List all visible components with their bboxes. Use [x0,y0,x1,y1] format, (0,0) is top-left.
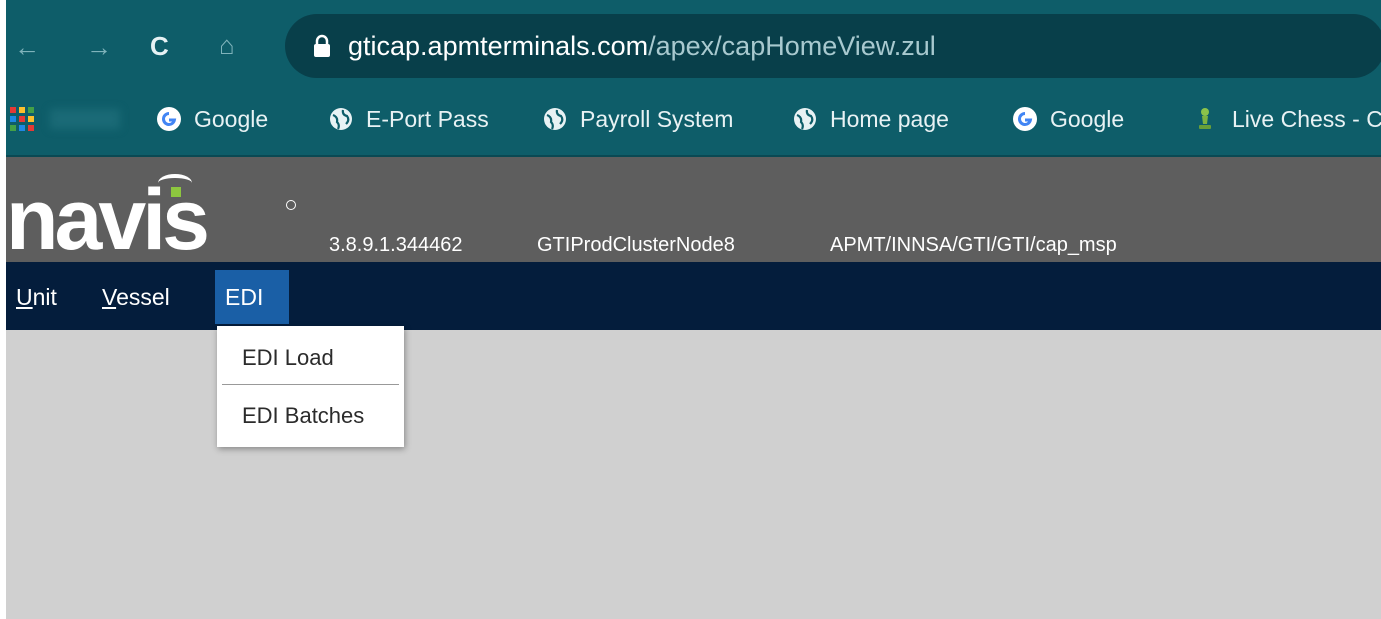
menu-label: nit [32,284,57,310]
bookmark-label: Live Chess - C [1232,105,1381,132]
menu-item-edi-load[interactable]: EDI Load [242,345,334,371]
bookmark-label: Google [1050,105,1125,132]
globe-icon [794,108,816,130]
dropdown-separator [222,384,399,385]
chess-pawn-icon [1199,108,1211,129]
google-icon [1013,107,1037,131]
menu-label: essel [116,284,170,310]
content-area [0,330,1381,619]
bookmark-home-page[interactable]: Home page [793,101,949,137]
menu-mnemonic: U [16,284,33,310]
blurred-bookmark [50,109,120,129]
bookmark-label: Home page [830,105,949,132]
url-text[interactable]: gticap.apmterminals.com/apex/capHomeView… [348,30,936,62]
bookmark-label: Payroll System [580,105,734,132]
window-edge [0,0,6,619]
menu-label: EDI [225,284,264,310]
menu-mnemonic: V [102,284,117,310]
lock-icon [314,34,330,57]
url-path: /apex/capHomeView.zul [648,31,936,61]
menu-unit[interactable]: Unit [6,270,67,324]
bookmark-live-chess[interactable]: Live Chess - C [1193,101,1381,137]
bookmark-payroll-system[interactable]: Payroll System [543,101,733,137]
bookmark-eport-pass[interactable]: E-Port Pass [329,101,489,137]
scope-label: APMT/INNSA/GTI/GTI/cap_msp [830,234,1117,256]
menu-vessel[interactable]: Vessel [92,270,180,324]
menu-bar [0,262,1381,330]
back-button[interactable]: ← [14,34,40,60]
menu-item-edi-batches[interactable]: EDI Batches [242,403,364,429]
logo-dot [171,187,181,197]
bookmark-label: E-Port Pass [366,105,489,132]
url-domain: gticap.apmterminals.com [348,31,649,61]
reload-button[interactable]: C [150,33,169,59]
node-label: GTIProdClusterNode8 [537,234,735,256]
version-label: 3.8.9.1.344462 [329,234,463,256]
globe-icon [330,108,352,130]
bookmark-label: Google [194,105,269,132]
home-button[interactable]: ⌂ [219,32,235,58]
menu-edi[interactable]: EDI [215,270,289,324]
google-icon [157,107,181,131]
apps-grid-icon[interactable] [10,107,34,131]
registered-mark [286,200,296,210]
globe-icon [544,108,566,130]
bookmark-google-1[interactable]: Google [157,101,268,137]
forward-button[interactable]: → [86,34,112,60]
bookmark-google-2[interactable]: Google [1013,101,1124,137]
